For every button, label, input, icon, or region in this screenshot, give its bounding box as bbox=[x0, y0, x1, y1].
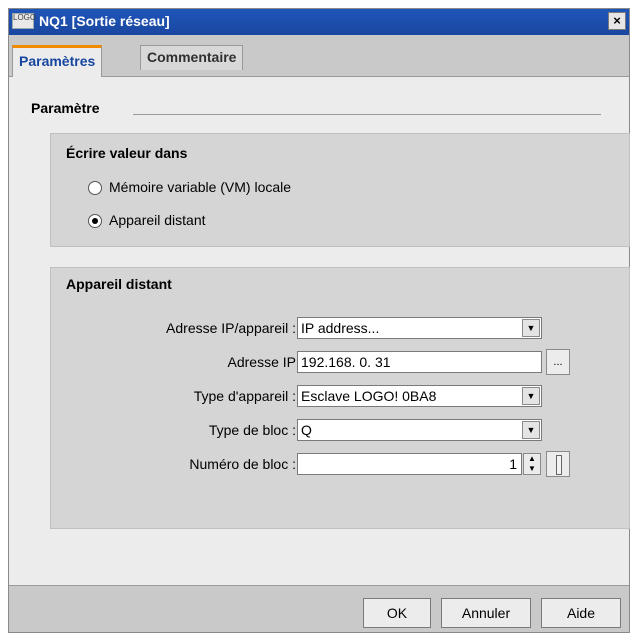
section-divider bbox=[133, 114, 601, 115]
cancel-button[interactable]: Annuler bbox=[441, 598, 531, 628]
remote-device-group-title: Appareil distant bbox=[66, 276, 172, 292]
ellipsis-icon: ... bbox=[553, 356, 563, 368]
tab-parametres[interactable]: Paramètres bbox=[12, 45, 103, 77]
block-type-select[interactable]: Q ▼ bbox=[297, 419, 542, 441]
dialog-window: LOGO NQ1 [Sortie réseau] × Paramètres Co… bbox=[8, 8, 630, 633]
close-button[interactable]: × bbox=[608, 12, 626, 30]
block-type-label: Type de bloc : bbox=[208, 422, 296, 438]
slider-handle-icon bbox=[556, 455, 562, 475]
device-type-label: Type d'appareil : bbox=[193, 388, 296, 404]
ip-address-value: 192.168. 0. 31 bbox=[301, 354, 391, 370]
address-mode-label: Adresse IP/appareil : bbox=[166, 320, 296, 336]
spinner-down-icon[interactable]: ▼ bbox=[524, 464, 540, 474]
chevron-down-icon[interactable]: ▼ bbox=[522, 387, 540, 405]
device-type-value: Esclave LOGO! 0BA8 bbox=[301, 388, 437, 404]
tab-commentaire[interactable]: Commentaire bbox=[140, 45, 244, 70]
address-mode-value: IP address... bbox=[301, 320, 380, 336]
close-icon: × bbox=[613, 13, 621, 28]
spinner-up-icon[interactable]: ▲ bbox=[524, 454, 540, 464]
ip-address-label: Adresse IP bbox=[227, 354, 296, 370]
block-number-value: 1 bbox=[509, 456, 517, 472]
radio-remote-device-label[interactable]: Appareil distant bbox=[109, 212, 206, 228]
dialog-footer: OK Annuler Aide bbox=[9, 585, 629, 632]
help-button[interactable]: Aide bbox=[541, 598, 621, 628]
chevron-down-icon[interactable]: ▼ bbox=[522, 319, 540, 337]
address-mode-select[interactable]: IP address... ▼ bbox=[297, 317, 542, 339]
radio-local-vm[interactable] bbox=[88, 181, 102, 195]
ip-address-input[interactable]: 192.168. 0. 31 bbox=[297, 351, 542, 373]
radio-remote-device[interactable] bbox=[88, 214, 102, 228]
remote-device-group: Appareil distant Adresse IP/appareil : I… bbox=[50, 267, 630, 529]
title-bar[interactable]: LOGO NQ1 [Sortie réseau] × bbox=[9, 9, 629, 35]
write-value-group: Écrire valeur dans Mémoire variable (VM)… bbox=[50, 133, 630, 247]
tab-strip: Paramètres Commentaire bbox=[9, 35, 629, 77]
block-number-spinner[interactable]: ▲ ▼ bbox=[523, 453, 541, 475]
section-title-parametre: Paramètre bbox=[31, 100, 100, 116]
window-title: NQ1 [Sortie réseau] bbox=[39, 13, 170, 29]
ok-button[interactable]: OK bbox=[363, 598, 431, 628]
block-type-value: Q bbox=[301, 422, 312, 438]
slider-handle-button[interactable] bbox=[546, 451, 570, 477]
block-number-input[interactable]: 1 bbox=[297, 453, 522, 475]
radio-local-vm-label[interactable]: Mémoire variable (VM) locale bbox=[109, 179, 291, 195]
logo-icon: LOGO bbox=[12, 13, 36, 29]
device-type-select[interactable]: Esclave LOGO! 0BA8 ▼ bbox=[297, 385, 542, 407]
write-value-group-title: Écrire valeur dans bbox=[66, 145, 188, 161]
ip-browse-button[interactable]: ... bbox=[546, 349, 570, 375]
chevron-down-icon[interactable]: ▼ bbox=[522, 421, 540, 439]
block-number-label: Numéro de bloc : bbox=[189, 456, 296, 472]
